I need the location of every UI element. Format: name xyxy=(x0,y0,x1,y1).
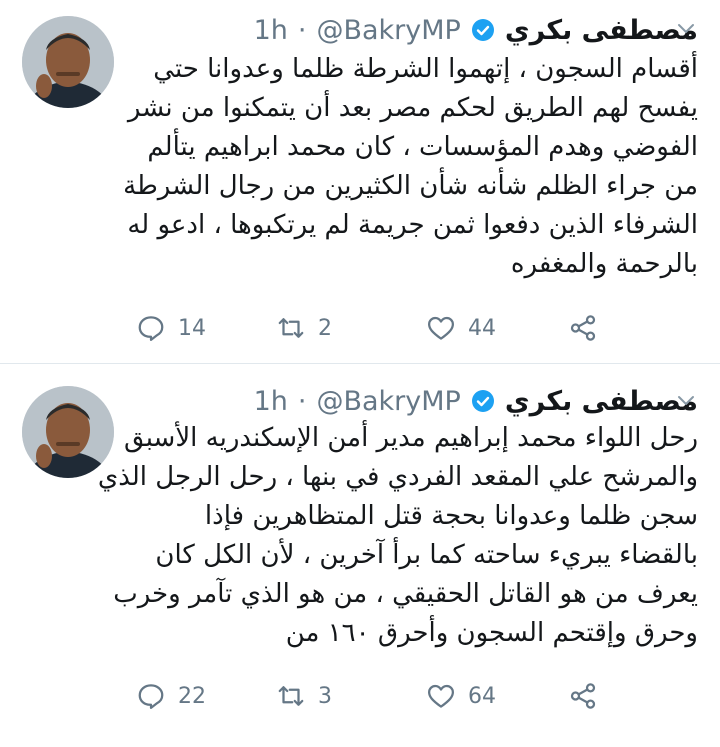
author-handle[interactable]: @BakryMP xyxy=(316,15,460,46)
chevron-down-icon[interactable] xyxy=(674,16,698,40)
tweet-actions: 14 2 44 xyxy=(130,308,630,348)
tweet-timestamp[interactable]: 1h xyxy=(254,15,288,46)
tweet-text-line: سجن ظلما وعدوانا بحجة قتل المتظاهرين فإذ… xyxy=(204,501,698,531)
like-button[interactable]: 64 xyxy=(426,676,496,716)
tweet-timestamp[interactable]: 1h xyxy=(254,386,288,417)
verified-badge-icon xyxy=(471,390,494,412)
tweet[interactable]: مصطفى بكري @BakryMP · 1h أقسام السجون ، … xyxy=(0,0,720,363)
share-button[interactable] xyxy=(568,676,598,716)
share-button[interactable] xyxy=(568,308,598,348)
tweet-text-line: بالرحمة والمغفره xyxy=(510,249,698,279)
retweet-button[interactable]: 3 xyxy=(276,676,332,716)
avatar-image xyxy=(22,16,114,108)
heart-icon xyxy=(428,316,454,340)
verified-badge-icon xyxy=(471,19,494,41)
author-name[interactable]: مصطفى بكري xyxy=(505,15,698,46)
reply-icon xyxy=(138,684,164,709)
tweet-text: رحل اللواء محمد إبراهيم مدير أمن الإسكند… xyxy=(97,419,698,653)
reply-button[interactable]: 22 xyxy=(136,676,206,716)
retweet-count: 3 xyxy=(318,683,332,709)
share-icon xyxy=(570,683,596,709)
tweet-text-line: الشرفاء الذين دفعوا ثمن جريمة لم يرتكبوه… xyxy=(127,210,698,240)
like-button[interactable]: 44 xyxy=(426,308,496,348)
chevron-down-icon[interactable] xyxy=(674,388,698,412)
tweet-text-line: يفسح لهم الطريق لحكم مصر بعد أن يتمكنوا … xyxy=(127,93,698,123)
tweet-text-line: أقسام السجون ، إتهموا الشرطة ظلما وعدوان… xyxy=(153,54,698,84)
tweet-text-line: وحرق وإقتحم السجون وأحرق ١٦٠ من xyxy=(285,618,698,648)
dot-separator: · xyxy=(297,385,307,417)
tweet-header: مصطفى بكري @BakryMP · 1h xyxy=(130,381,698,421)
dot-separator: · xyxy=(297,14,307,46)
tweet-text-line: يعرف من هو القاتل الحقيقي ، من هو الذي ت… xyxy=(113,579,698,609)
retweet-count: 2 xyxy=(318,315,332,341)
avatar[interactable] xyxy=(22,16,114,108)
tweet-text-line: والمرشح علي المقعد الفردي في بنها ، رحل … xyxy=(97,462,698,492)
reply-count: 14 xyxy=(178,315,206,341)
reply-icon xyxy=(138,316,164,341)
retweet-icon xyxy=(278,318,304,338)
retweet-button[interactable]: 2 xyxy=(276,308,332,348)
tweet-actions: 22 3 64 xyxy=(130,676,630,716)
author-handle[interactable]: @BakryMP xyxy=(316,386,460,417)
tweet-text-line: الفوضي وهدم المؤسسات ، كان محمد ابراهيم … xyxy=(147,132,698,162)
reply-button[interactable]: 14 xyxy=(136,308,206,348)
author-name[interactable]: مصطفى بكري xyxy=(505,386,698,417)
tweet-header: مصطفى بكري @BakryMP · 1h xyxy=(130,10,698,50)
tweet-text: أقسام السجون ، إتهموا الشرطة ظلما وعدوان… xyxy=(123,50,698,284)
retweet-icon xyxy=(278,686,304,706)
tweet[interactable]: مصطفى بكري @BakryMP · 1h رحل اللواء محمد… xyxy=(0,364,720,747)
heart-icon xyxy=(428,684,454,708)
tweet-text-line: من جراء الظلم شأنه شأن الكثيرين من رجال … xyxy=(123,171,698,201)
reply-count: 22 xyxy=(178,683,206,709)
like-count: 44 xyxy=(468,315,496,341)
tweet-text-line: رحل اللواء محمد إبراهيم مدير أمن الإسكند… xyxy=(124,423,698,453)
share-icon xyxy=(570,315,596,341)
tweet-text-line: بالقضاء يبريء ساحته كما برأ آخرين ، لأن … xyxy=(155,540,698,570)
like-count: 64 xyxy=(468,683,496,709)
